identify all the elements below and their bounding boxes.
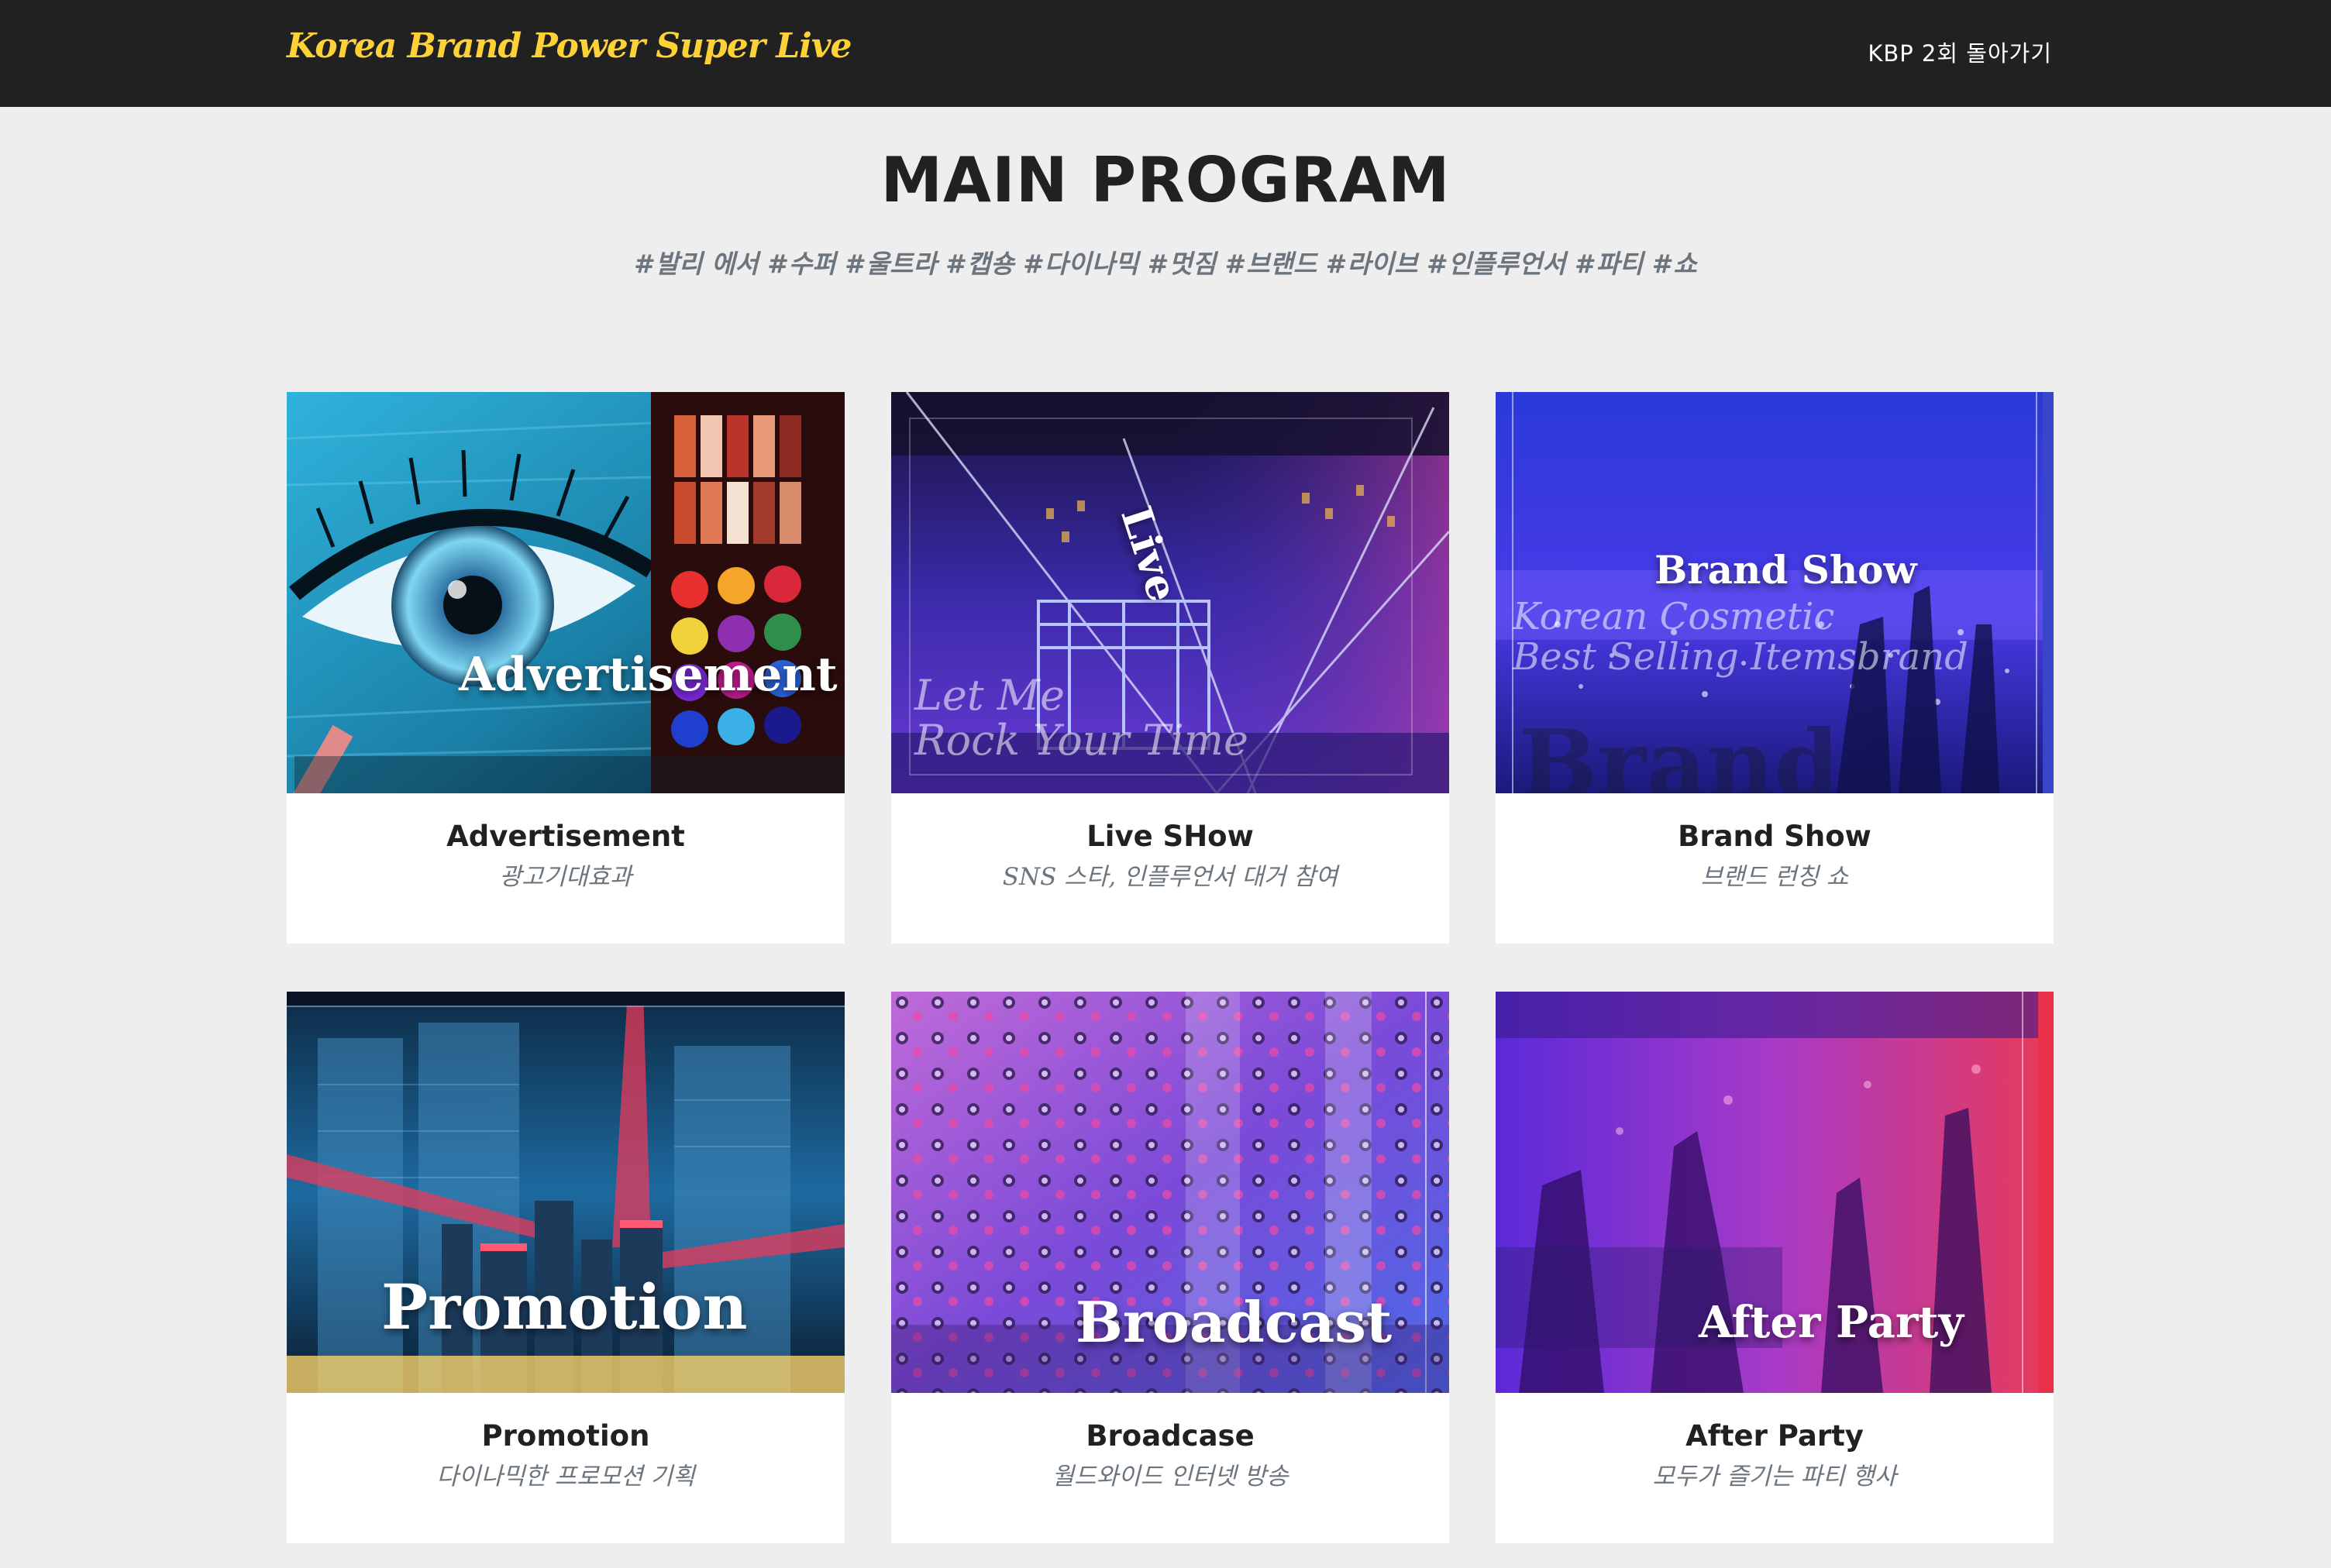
advertisement-subtitle: 광고기대효과 — [499, 863, 632, 891]
promotion-image[interactable]: Promotion — [287, 992, 845, 1393]
portfolio-item-broadcast[interactable]: Broadcast Broadcase 월드와이드 인터넷 방송 — [891, 992, 1449, 1543]
live-show-image[interactable]: Live Let Me Rock Your Time — [891, 392, 1449, 793]
portfolio-item-after-party[interactable]: After Party After Party 모두가 즐기는 파티 행사 — [1496, 992, 2054, 1543]
section-title: MAIN PROGRAM — [880, 144, 1451, 216]
top-navbar: Korea Brand Power Super Live KBP 2회 돌아가기 — [0, 0, 2331, 107]
brand-big-overlay-text: Brand — [1519, 710, 1840, 793]
brand-show-subtitle: 브랜드 런칭 쇼 — [1700, 863, 1849, 891]
after-party-title: After Party — [1685, 1419, 1864, 1453]
broadcast-subtitle: 월드와이드 인터넷 방송 — [1052, 1463, 1289, 1491]
best-selling-script-text: Best Selling Itemsbrand — [1513, 635, 1968, 679]
portfolio-item-live-show[interactable]: Live Let Me Rock Your Time Live SHow SNS… — [891, 392, 1449, 944]
after-party-overlay-text: After Party — [1699, 1297, 1964, 1348]
brand-logo-link[interactable]: Korea Brand Power Super Live — [287, 26, 852, 66]
after-party-image[interactable]: After Party — [1496, 992, 2054, 1393]
brand-show-overlay-text: Brand Show — [1654, 547, 1917, 593]
advertisement-image[interactable]: Advertisement — [287, 392, 845, 793]
broadcast-title: Broadcase — [1086, 1419, 1255, 1453]
portfolio-item-promotion[interactable]: Promotion Promotion 다이나믹한 프로모션 기획 — [287, 992, 845, 1543]
brand-show-title: Brand Show — [1678, 820, 1871, 853]
eye-makeup-illustration — [287, 392, 845, 793]
promotion-overlay-text: Promotion — [381, 1271, 748, 1343]
after-party-subtitle: 모두가 즐기는 파티 행사 — [1652, 1463, 1897, 1491]
let-me-script-text: Let Me — [914, 671, 1065, 720]
rock-your-time-script-text: Rock Your Time — [914, 716, 1248, 765]
portfolio-item-brand-show[interactable]: Brand Show Korean Cosmetic Best Selling … — [1496, 392, 2054, 944]
kbp-2-back-link[interactable]: KBP 2회 돌아가기 — [1868, 36, 2052, 68]
broadcast-overlay-text: Broadcast — [1076, 1289, 1393, 1355]
brand-show-image[interactable]: Brand Show Korean Cosmetic Best Selling … — [1496, 392, 2054, 793]
promotion-title: Promotion — [481, 1419, 650, 1453]
advertisement-title: Advertisement — [446, 820, 685, 853]
portfolio-item-advertisement[interactable]: Advertisement Advertisement 광고기대효과 — [287, 392, 845, 944]
live-show-title: Live SHow — [1086, 820, 1254, 853]
live-show-subtitle: SNS 스타, 인플루언서 대거 참여 — [1002, 863, 1338, 891]
advertisement-overlay-text: Advertisement — [459, 648, 838, 702]
korean-cosmetic-script-text: Korean Cosmetic — [1513, 595, 1835, 638]
section-subtitle: #발리 에서 #수퍼 #울트라 #캡숑 #다이나믹 #멋짐 #브랜드 #라이브 … — [634, 249, 1697, 279]
broadcast-image[interactable]: Broadcast — [891, 992, 1449, 1393]
promotion-subtitle: 다이나믹한 프로모션 기획 — [436, 1463, 695, 1491]
